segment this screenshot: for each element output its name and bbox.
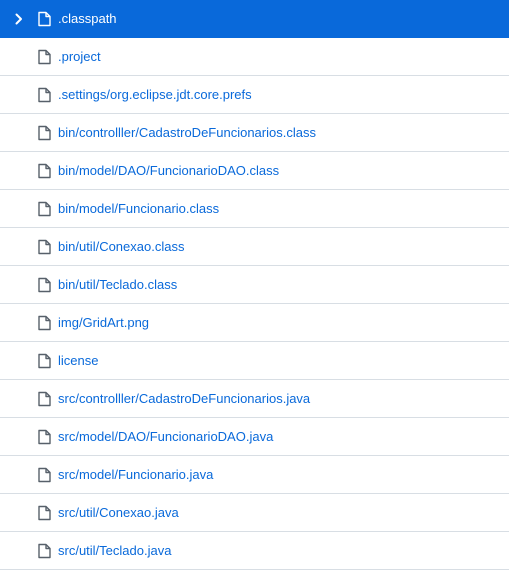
file-icon <box>38 201 51 217</box>
file-row-settings-prefs[interactable]: .settings/org.eclipse.jdt.core.prefs <box>0 76 509 114</box>
file-name[interactable]: src/model/DAO/FuncionarioDAO.java <box>58 418 273 456</box>
file-icon <box>38 11 51 27</box>
file-name[interactable]: bin/util/Teclado.class <box>58 266 177 304</box>
file-icon <box>38 391 51 407</box>
file-name[interactable]: bin/model/DAO/FuncionarioDAO.class <box>58 152 279 190</box>
file-name[interactable]: bin/controlller/CadastroDeFuncionarios.c… <box>58 114 316 152</box>
file-name[interactable]: src/util/Conexao.java <box>58 494 179 532</box>
file-icon <box>38 467 51 483</box>
file-icon <box>38 277 51 293</box>
file-icon <box>38 49 51 65</box>
file-row-src-teclado-java[interactable]: src/util/Teclado.java <box>0 532 509 570</box>
file-icon <box>38 429 51 445</box>
file-icon <box>38 125 51 141</box>
file-row-project[interactable]: .project <box>0 38 509 76</box>
file-icon <box>38 163 51 179</box>
file-row-src-funcionariodao-java[interactable]: src/model/DAO/FuncionarioDAO.java <box>0 418 509 456</box>
file-icon <box>38 315 51 331</box>
file-row-src-cadastro-java[interactable]: src/controlller/CadastroDeFuncionarios.j… <box>0 380 509 418</box>
file-name[interactable]: bin/model/Funcionario.class <box>58 190 219 228</box>
file-row-bin-funcionario-class[interactable]: bin/model/Funcionario.class <box>0 190 509 228</box>
file-icon <box>38 239 51 255</box>
file-name[interactable]: .settings/org.eclipse.jdt.core.prefs <box>58 76 252 114</box>
file-row-gridart-png[interactable]: img/GridArt.png <box>0 304 509 342</box>
file-row-classpath[interactable]: .classpath <box>0 0 509 38</box>
file-name[interactable]: src/model/Funcionario.java <box>58 456 213 494</box>
file-list: .classpath .project .settings/org.eclips… <box>0 0 509 570</box>
file-name[interactable]: license <box>58 342 98 380</box>
file-row-bin-teclado-class[interactable]: bin/util/Teclado.class <box>0 266 509 304</box>
file-row-bin-cadastro-class[interactable]: bin/controlller/CadastroDeFuncionarios.c… <box>0 114 509 152</box>
file-row-license[interactable]: license <box>0 342 509 380</box>
file-icon <box>38 87 51 103</box>
file-row-bin-funcionariodao-class[interactable]: bin/model/DAO/FuncionarioDAO.class <box>0 152 509 190</box>
file-name[interactable]: img/GridArt.png <box>58 304 149 342</box>
chevron-right-icon[interactable] <box>14 12 24 26</box>
file-icon <box>38 353 51 369</box>
file-name[interactable]: src/controlller/CadastroDeFuncionarios.j… <box>58 380 310 418</box>
file-row-bin-conexao-class[interactable]: bin/util/Conexao.class <box>0 228 509 266</box>
file-row-src-funcionario-java[interactable]: src/model/Funcionario.java <box>0 456 509 494</box>
file-name[interactable]: src/util/Teclado.java <box>58 532 171 570</box>
file-icon <box>38 505 51 521</box>
file-icon <box>38 543 51 559</box>
file-name[interactable]: .project <box>58 38 101 76</box>
file-name[interactable]: bin/util/Conexao.class <box>58 228 184 266</box>
file-row-src-conexao-java[interactable]: src/util/Conexao.java <box>0 494 509 532</box>
file-name[interactable]: .classpath <box>58 0 117 38</box>
